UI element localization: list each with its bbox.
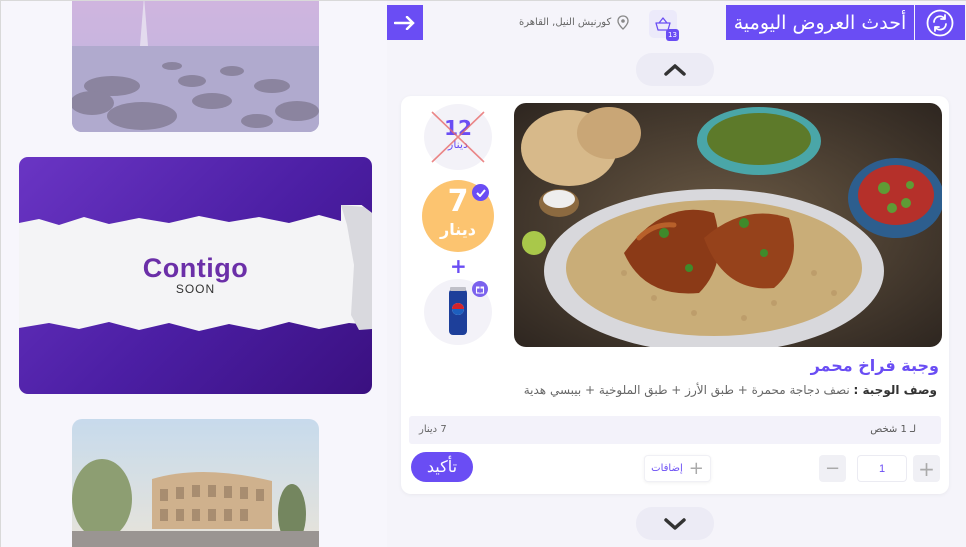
offer-panel: كورنيش النيل, القاهرة 13 أحدث العروض الي…	[387, 1, 966, 547]
meal-image	[514, 103, 942, 347]
location-label[interactable]: كورنيش النيل, القاهرة	[519, 15, 629, 30]
decrease-quantity-button[interactable]: −	[819, 455, 846, 482]
new-price-currency: دينار	[440, 220, 476, 239]
meal-description-text: نصف دجاجة محمرة + طبق الأرز + طبق الملوخ…	[523, 383, 850, 397]
meal-title: وجبة فراخ محمر	[810, 356, 939, 375]
arrow-right-icon	[394, 15, 415, 30]
location-text: كورنيش النيل, القاهرة	[519, 17, 612, 28]
top-bar: كورنيش النيل, القاهرة 13 أحدث العروض الي…	[387, 5, 965, 41]
check-icon	[472, 184, 489, 201]
plus-sign: +	[450, 254, 467, 278]
meal-description-label: وصف الوجبة :	[853, 383, 937, 397]
meal-description: وصف الوجبة : نصف دجاجة محمرة + طبق الأرز…	[524, 383, 937, 397]
addons-label: إضافات	[651, 463, 683, 474]
confirm-button[interactable]: تأكيد	[411, 452, 473, 482]
chevron-up-icon	[664, 63, 686, 76]
increase-quantity-button[interactable]: +	[913, 455, 940, 482]
price-summary: لـ 1 شخص 7 دينار	[409, 416, 941, 444]
location-pin-icon	[617, 15, 629, 30]
offer-card: 12 دينار 7 دينار + وجبة فراخ محمر وصف ال…	[401, 96, 949, 494]
old-price-badge: 12 دينار	[424, 104, 492, 170]
previous-offer-button[interactable]	[636, 53, 714, 86]
next-offer-button[interactable]	[636, 507, 714, 540]
quantity-input[interactable]	[857, 455, 907, 482]
cart-button[interactable]: 13	[649, 10, 679, 41]
carousel-slide-brand[interactable]: Contigo SOON	[19, 157, 372, 394]
total-price: 7 دينار	[419, 424, 447, 435]
strikethrough-icon	[431, 111, 485, 163]
page-title: أحدث العروض اليومية	[726, 5, 914, 40]
chevron-down-icon	[664, 517, 686, 530]
plus-icon: +	[918, 456, 935, 481]
cart-count-badge: 13	[666, 29, 679, 41]
brand-logo: Contigo SOON	[19, 253, 372, 296]
back-button[interactable]	[387, 5, 423, 40]
refresh-button[interactable]	[915, 5, 965, 40]
minus-icon: −	[824, 458, 841, 479]
carousel-slide-colosseum[interactable]	[72, 419, 319, 547]
brand-name: Contigo	[142, 253, 249, 283]
carousel-slide-lake[interactable]	[72, 1, 319, 132]
serving-size: لـ 1 شخص	[870, 424, 916, 435]
addons-button[interactable]: + إضافات	[644, 455, 711, 482]
brand-subtitle: SOON	[175, 282, 216, 296]
gift-icon	[472, 281, 488, 297]
image-carousel[interactable]: Contigo SOON	[1, 1, 387, 547]
plus-icon: +	[688, 458, 704, 479]
colosseum-image	[72, 419, 319, 547]
lake-image	[72, 1, 319, 132]
refresh-icon	[926, 9, 954, 36]
